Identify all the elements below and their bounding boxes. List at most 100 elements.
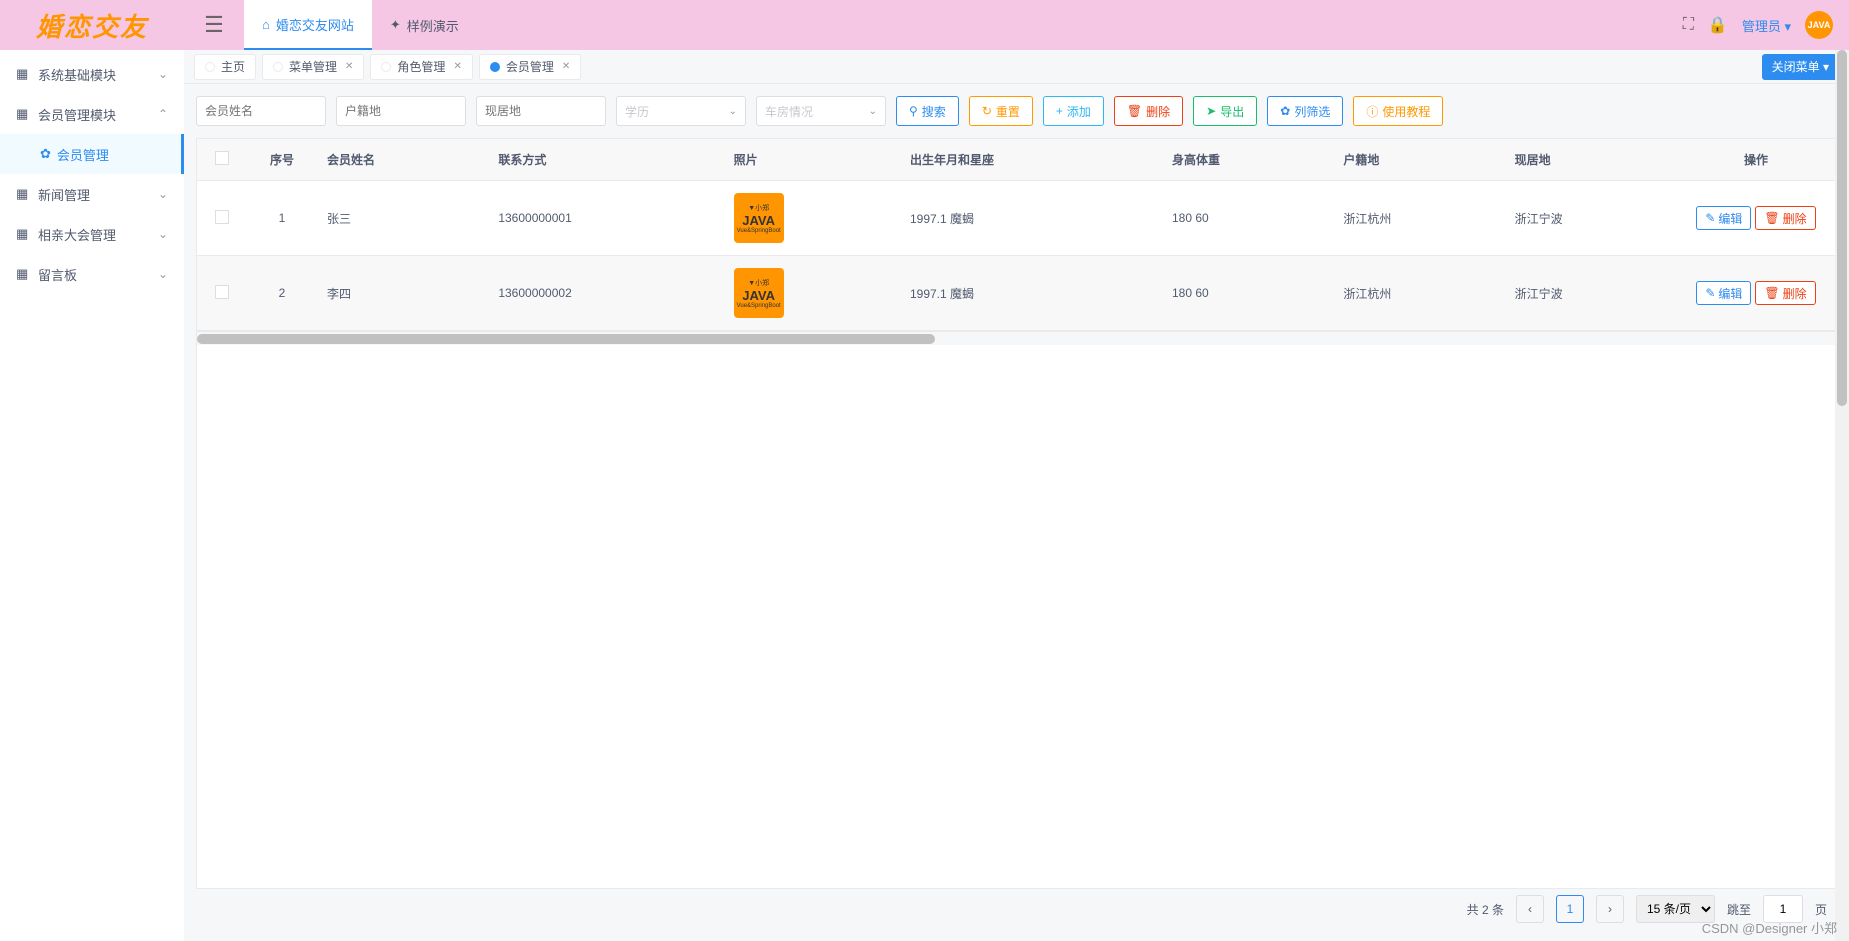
tab-member-manage[interactable]: 会员管理✕: [479, 54, 581, 80]
avatar[interactable]: JAVA: [1805, 11, 1833, 39]
scrollbar-thumb[interactable]: [1837, 50, 1847, 406]
export-button[interactable]: ➤导出: [1193, 96, 1257, 126]
chevron-down-icon: ⌄: [158, 267, 168, 281]
next-page[interactable]: ›: [1596, 895, 1624, 923]
watermark: CSDN @Designer 小郑: [1702, 918, 1837, 937]
sidebar-item-label: 系统基础模块: [38, 65, 116, 84]
sidebar-item-member-module[interactable]: ▦ 会员管理模块 ⌃: [0, 94, 184, 134]
search-button[interactable]: ⚲搜索: [896, 96, 959, 126]
close-icon[interactable]: ✕: [562, 61, 570, 72]
lock-icon[interactable]: 🔒: [1708, 15, 1728, 35]
sidebar-item-label: 会员管理模块: [38, 105, 116, 124]
header: ☰ ⌂ 婚恋交友网站 ✦ 样例演示 ⛶ 🔒 管理员 ▾ JAVA: [184, 0, 1849, 50]
nav-tab-site[interactable]: ⌂ 婚恋交友网站: [244, 0, 372, 50]
dot-icon: [490, 62, 500, 72]
sidebar-item-label: 会员管理: [57, 145, 109, 164]
checkbox-all[interactable]: [215, 151, 229, 165]
grid-icon: ▦: [16, 106, 30, 122]
photo-thumb: ▼小郑JAVAVue&SpringBoot: [734, 268, 784, 318]
trash-icon: 🗑: [1764, 211, 1779, 225]
table-row: 2李四13600000002▼小郑JAVAVue&SpringBoot1997.…: [197, 256, 1836, 331]
col-body: 身高体重: [1162, 139, 1333, 181]
sidebar-menu: ▦ 系统基础模块 ⌄ ▦ 会员管理模块 ⌃ ✿ 会员管理 ▦ 新闻管理 ⌄ ▦ …: [0, 50, 184, 294]
chevron-down-icon: ⌄: [869, 106, 877, 117]
chevron-down-icon: ⌄: [158, 187, 168, 201]
edit-button[interactable]: ✎编辑: [1696, 281, 1751, 305]
edit-icon: ✎: [1705, 286, 1715, 300]
add-button[interactable]: +添加: [1043, 96, 1104, 126]
cell-photo: ▼小郑JAVAVue&SpringBoot: [724, 256, 900, 331]
cell-birth: 1997.1 魔蝎: [900, 181, 1162, 256]
delete-button[interactable]: 🗑删除: [1114, 96, 1183, 126]
car-house-select[interactable]: 车房情况⌄: [756, 96, 886, 126]
page-number[interactable]: 1: [1556, 895, 1584, 923]
name-input[interactable]: [196, 96, 326, 126]
close-icon[interactable]: ✕: [345, 61, 353, 72]
col-origin: 户籍地: [1333, 139, 1504, 181]
nav-tab-demo[interactable]: ✦ 样例演示: [372, 0, 477, 50]
filter-bar: 学历⌄ 车房情况⌄ ⚲搜索 ↻重置 +添加 🗑删除 ➤导出 ✿列筛选 ⓘ使用教程: [196, 96, 1837, 126]
row-checkbox[interactable]: [215, 285, 229, 299]
close-menu-button[interactable]: 关闭菜单 ▾: [1762, 54, 1839, 80]
fullscreen-icon[interactable]: ⛶: [1683, 16, 1694, 34]
sidebar-item-guestbook[interactable]: ▦ 留言板 ⌄: [0, 254, 184, 294]
cell-phone: 13600000001: [488, 181, 723, 256]
reset-button[interactable]: ↻重置: [969, 96, 1033, 126]
pagination: 共 2 条 ‹ 1 › 15 条/页 跳至 页: [196, 889, 1837, 929]
dot-icon: [205, 62, 215, 72]
cell-body: 180 60: [1162, 256, 1333, 331]
residence-input[interactable]: [476, 96, 606, 126]
logo: 婚恋交友: [0, 0, 184, 50]
sidebar-item-label: 新闻管理: [38, 185, 90, 204]
tab-menu-manage[interactable]: 菜单管理✕: [262, 54, 364, 80]
sidebar-item-blinddate[interactable]: ▦ 相亲大会管理 ⌄: [0, 214, 184, 254]
info-icon: ⓘ: [1366, 103, 1378, 120]
prev-page[interactable]: ‹: [1516, 895, 1544, 923]
education-select[interactable]: 学历⌄: [616, 96, 746, 126]
scrollbar-thumb[interactable]: [197, 334, 935, 344]
edit-button[interactable]: ✎编辑: [1696, 206, 1751, 230]
chevron-down-icon: ⌄: [158, 227, 168, 241]
sidebar-item-label: 相亲大会管理: [38, 225, 116, 244]
delete-button[interactable]: 🗑删除: [1755, 281, 1815, 305]
cell-origin: 浙江杭州: [1333, 181, 1504, 256]
origin-input[interactable]: [336, 96, 466, 126]
vertical-scrollbar[interactable]: [1835, 50, 1849, 941]
horizontal-scrollbar[interactable]: [197, 331, 1836, 345]
column-filter-button[interactable]: ✿列筛选: [1267, 96, 1343, 126]
cell-name: 张三: [317, 181, 488, 256]
member-table: 序号 会员姓名 联系方式 照片 出生年月和星座 身高体重 户籍地 现居地 操作 …: [197, 139, 1836, 331]
chevron-down-icon: ⌄: [729, 106, 737, 117]
col-action: 操作: [1676, 139, 1836, 181]
cell-phone: 13600000002: [488, 256, 723, 331]
total-count: 共 2 条: [1467, 901, 1504, 918]
edit-icon: ✎: [1705, 211, 1715, 225]
cell-residence: 浙江宁波: [1505, 181, 1676, 256]
photo-thumb: ▼小郑JAVAVue&SpringBoot: [734, 193, 784, 243]
sidebar-item-system[interactable]: ▦ 系统基础模块 ⌄: [0, 54, 184, 94]
jump-suffix: 页: [1815, 901, 1827, 918]
gear-icon: ✿: [1280, 104, 1290, 118]
table-container: 序号 会员姓名 联系方式 照片 出生年月和星座 身高体重 户籍地 现居地 操作 …: [196, 138, 1837, 889]
logo-text: 婚恋交友: [36, 7, 148, 44]
home-icon: ⌂: [262, 17, 270, 32]
col-birth: 出生年月和星座: [900, 139, 1162, 181]
hamburger-icon[interactable]: ☰: [184, 0, 244, 50]
cell-residence: 浙江宁波: [1505, 256, 1676, 331]
close-icon[interactable]: ✕: [453, 61, 461, 72]
delete-button[interactable]: 🗑删除: [1755, 206, 1815, 230]
send-icon: ➤: [1206, 104, 1216, 118]
col-no: 序号: [247, 139, 317, 181]
chevron-down-icon: ⌄: [158, 67, 168, 81]
page-tabs: 主页 菜单管理✕ 角色管理✕ 会员管理✕ 关闭菜单 ▾: [184, 50, 1849, 84]
col-photo: 照片: [724, 139, 900, 181]
user-dropdown[interactable]: 管理员 ▾: [1742, 16, 1791, 35]
guide-button[interactable]: ⓘ使用教程: [1353, 96, 1443, 126]
row-checkbox[interactable]: [215, 210, 229, 224]
sidebar-item-member-manage[interactable]: ✿ 会员管理: [0, 134, 184, 174]
dot-icon: [273, 62, 283, 72]
grid-icon: ▦: [16, 186, 30, 202]
tab-role-manage[interactable]: 角色管理✕: [370, 54, 472, 80]
tab-home[interactable]: 主页: [194, 54, 256, 80]
sidebar-item-news[interactable]: ▦ 新闻管理 ⌄: [0, 174, 184, 214]
